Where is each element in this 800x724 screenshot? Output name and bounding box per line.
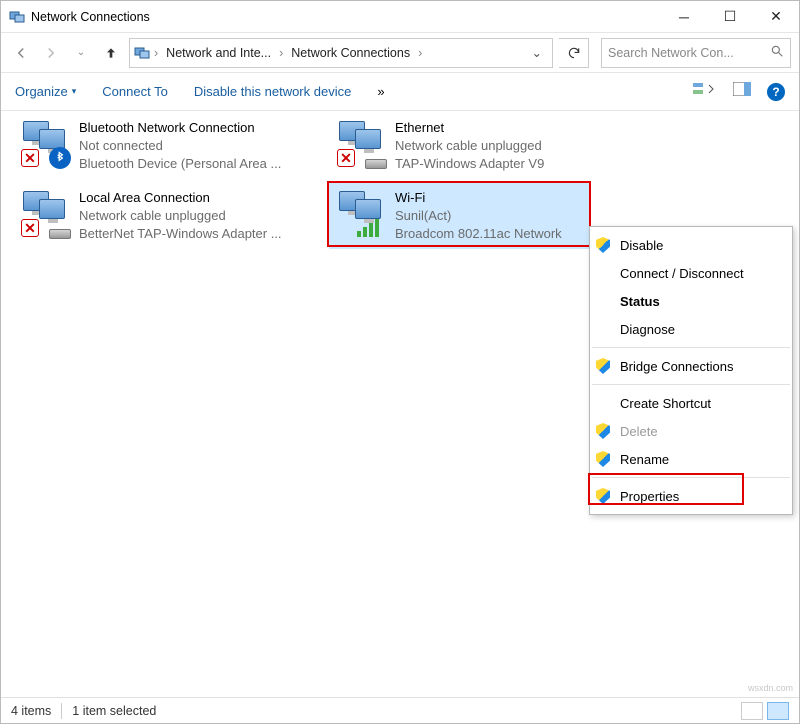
shield-icon	[596, 451, 610, 467]
connect-to-button[interactable]: Connect To	[102, 84, 168, 99]
connection-item-bluetooth[interactable]: ✕ Bluetooth Network Connection Not conne…	[13, 113, 313, 179]
breadcrumb[interactable]: Network Connections	[287, 46, 414, 60]
view-options-button[interactable]	[693, 81, 717, 102]
disconnected-icon: ✕	[337, 149, 355, 167]
device-icon: ✕	[21, 119, 69, 167]
forward-button[interactable]	[39, 41, 63, 65]
connection-item-wifi[interactable]: Wi-Fi Sunil(Act) Broadcom 802.11ac Netwo…	[329, 183, 589, 249]
refresh-icon	[567, 46, 581, 60]
details-view-button[interactable]	[741, 702, 763, 720]
back-button[interactable]	[9, 41, 33, 65]
device-icon: ✕	[21, 189, 69, 237]
disable-device-button[interactable]: Disable this network device	[194, 84, 352, 99]
selection-count: 1 item selected	[72, 704, 156, 718]
command-bar: Organize▾ Connect To Disable this networ…	[1, 73, 799, 111]
network-connections-icon	[134, 45, 150, 61]
organize-menu[interactable]: Organize▾	[15, 84, 76, 99]
arrow-left-icon	[12, 44, 30, 62]
minimize-button[interactable]: ─	[661, 1, 707, 33]
ctx-disable[interactable]: Disable	[590, 231, 792, 259]
item-status: Network cable unplugged	[79, 207, 282, 225]
nav-bar: ⌄ › Network and Inte... › Network Connec…	[1, 33, 799, 73]
cable-icon	[365, 159, 387, 169]
connection-item-ethernet[interactable]: ✕ Ethernet Network cable unplugged TAP-W…	[329, 113, 629, 179]
cable-icon	[49, 229, 71, 239]
device-icon: ✕	[337, 119, 385, 167]
chevron-down-icon: ▾	[72, 86, 77, 97]
titlebar: Network Connections ─ ☐ ✕	[1, 1, 799, 33]
maximize-button[interactable]: ☐	[707, 1, 753, 33]
close-button[interactable]: ✕	[753, 1, 799, 33]
search-placeholder: Search Network Con...	[608, 46, 734, 60]
ctx-rename[interactable]: Rename	[590, 445, 792, 473]
annotation-highlight	[588, 473, 744, 505]
up-button[interactable]	[99, 41, 123, 65]
item-count: 4 items	[11, 704, 51, 718]
item-status: Network cable unplugged	[395, 137, 544, 155]
item-name: Local Area Connection	[79, 189, 282, 207]
ctx-create-shortcut[interactable]: Create Shortcut	[590, 389, 792, 417]
shield-icon	[596, 423, 610, 439]
ctx-bridge[interactable]: Bridge Connections	[590, 352, 792, 380]
window-title: Network Connections	[31, 10, 661, 24]
item-name: Wi-Fi	[395, 189, 562, 207]
ctx-delete: Delete	[590, 417, 792, 445]
recent-dropdown[interactable]: ⌄	[69, 41, 93, 65]
arrow-up-icon	[103, 45, 119, 61]
connection-item-lan[interactable]: ✕ Local Area Connection Network cable un…	[13, 183, 313, 249]
separator	[592, 347, 790, 348]
watermark: wsxdn.com	[748, 683, 793, 693]
search-icon	[770, 44, 784, 61]
item-status: Sunil(Act)	[395, 207, 562, 225]
item-device: Broadcom 802.11ac Network	[395, 225, 562, 243]
separator	[592, 384, 790, 385]
more-commands[interactable]: »	[377, 84, 384, 99]
disconnected-icon: ✕	[21, 149, 39, 167]
item-name: Bluetooth Network Connection	[79, 119, 281, 137]
chevron-right-icon: ›	[279, 46, 283, 60]
chevron-right-icon: ›	[154, 46, 158, 60]
view-icon	[693, 81, 717, 97]
disconnected-icon: ✕	[21, 219, 39, 237]
bluetooth-icon	[49, 147, 71, 169]
preview-pane-button[interactable]	[733, 82, 751, 101]
ctx-diagnose[interactable]: Diagnose	[590, 315, 792, 343]
item-device: Bluetooth Device (Personal Area ...	[79, 155, 281, 173]
address-bar[interactable]: › Network and Inte... › Network Connecti…	[129, 38, 553, 68]
search-input[interactable]: Search Network Con...	[601, 38, 791, 68]
chevron-down-icon[interactable]: ⌄	[532, 45, 542, 60]
shield-icon	[596, 237, 610, 253]
divider	[61, 703, 62, 719]
device-icon	[337, 189, 385, 237]
network-connections-icon	[9, 9, 25, 25]
tiles-view-button[interactable]	[767, 702, 789, 720]
wifi-signal-icon	[357, 219, 379, 237]
items-view: ✕ Bluetooth Network Connection Not conne…	[1, 111, 799, 119]
preview-pane-icon	[733, 82, 751, 96]
item-status: Not connected	[79, 137, 281, 155]
help-button[interactable]: ?	[767, 83, 785, 101]
breadcrumb[interactable]: Network and Inte...	[162, 46, 275, 60]
ctx-connect-disconnect[interactable]: Connect / Disconnect	[590, 259, 792, 287]
context-menu: Disable Connect / Disconnect Status Diag…	[589, 226, 793, 515]
item-name: Ethernet	[395, 119, 544, 137]
item-device: TAP-Windows Adapter V9	[395, 155, 544, 173]
shield-icon	[596, 358, 610, 374]
arrow-right-icon	[42, 44, 60, 62]
refresh-button[interactable]	[559, 38, 589, 68]
chevron-right-icon: ›	[418, 46, 422, 60]
item-device: BetterNet TAP-Windows Adapter ...	[79, 225, 282, 243]
ctx-status[interactable]: Status	[590, 287, 792, 315]
status-bar: 4 items 1 item selected	[1, 697, 799, 723]
